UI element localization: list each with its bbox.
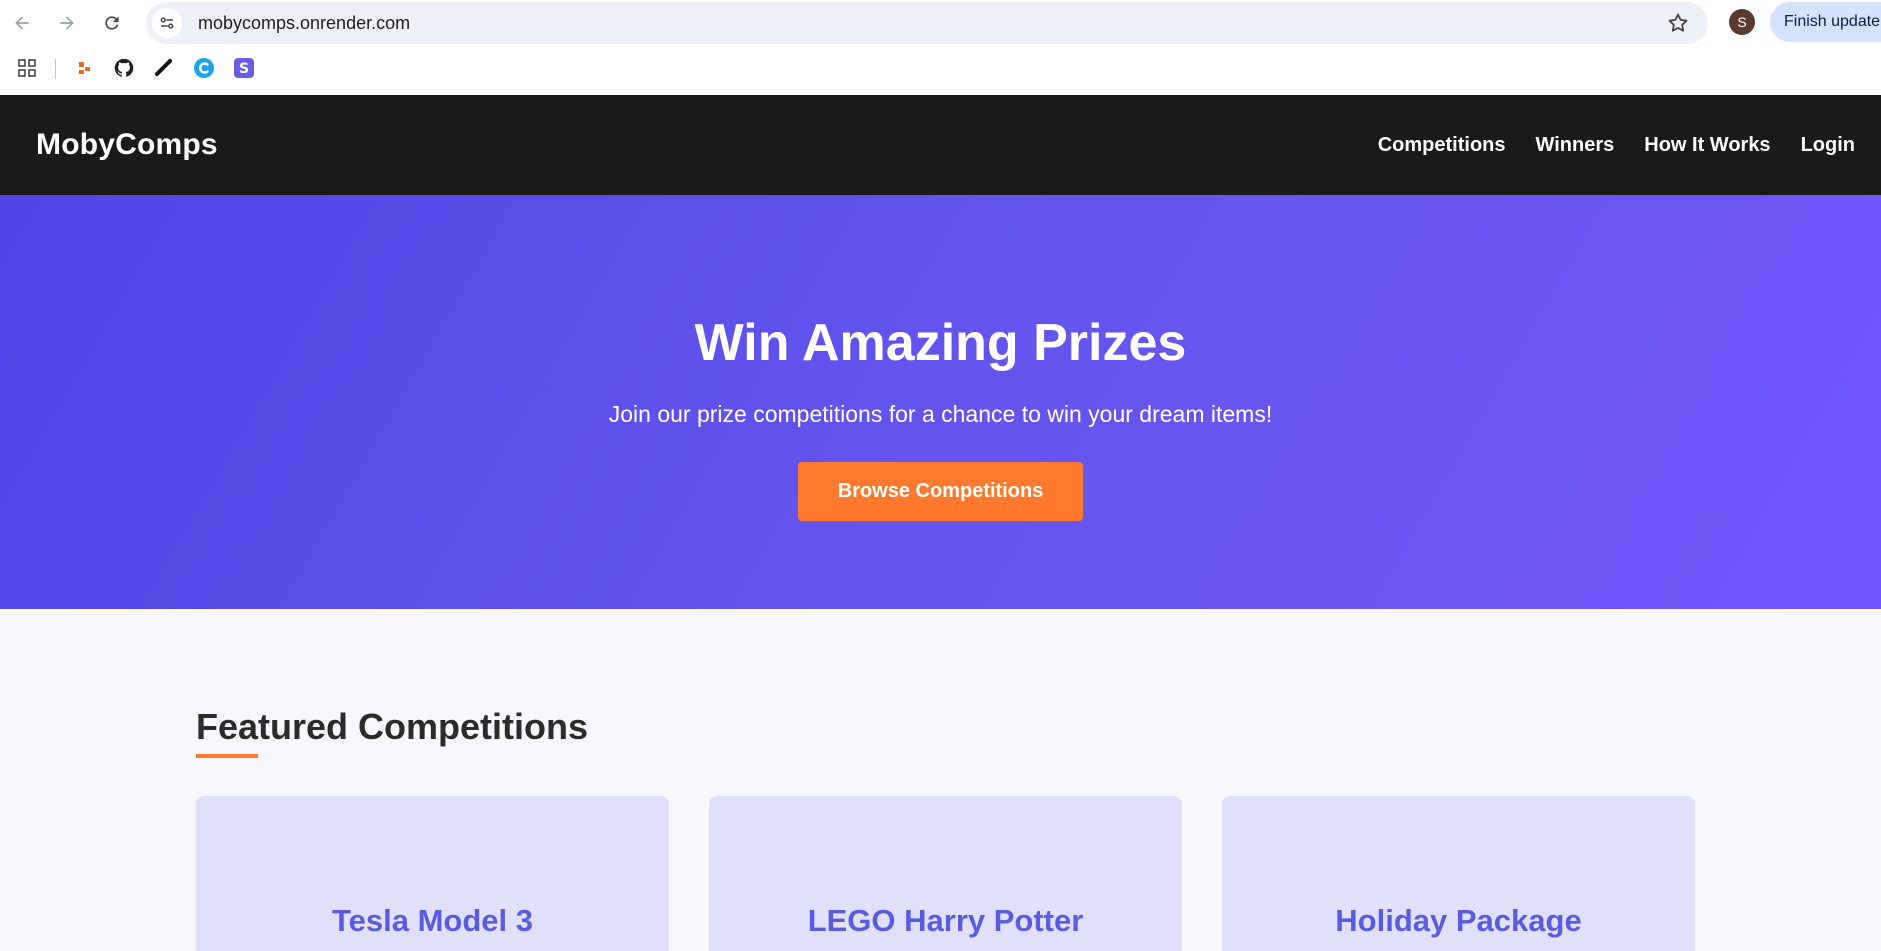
nav-winners[interactable]: Winners	[1536, 134, 1615, 157]
github-icon[interactable]	[113, 57, 135, 79]
svg-text:S: S	[239, 61, 249, 77]
star-icon[interactable]	[1666, 11, 1690, 35]
address-bar[interactable]: mobycomps.onrender.com	[146, 2, 1708, 44]
card-title: Tesla Model 3	[332, 903, 533, 938]
competition-card[interactable]: Holiday Package	[1222, 796, 1695, 951]
card-title: LEGO Harry Potter	[807, 903, 1084, 938]
blue-c-bookmark-icon[interactable]	[193, 57, 215, 79]
hero-section: Win Amazing Prizes Join our prize compet…	[0, 195, 1881, 609]
bookmark-separator	[55, 59, 56, 79]
card-title: Holiday Package	[1335, 903, 1582, 938]
browser-toolbar: mobycomps.onrender.com S Finish update	[0, 0, 1881, 47]
finish-update-button[interactable]: Finish update	[1770, 2, 1881, 42]
hero-subtitle: Join our prize competitions for a chance…	[608, 401, 1273, 427]
featured-title: Featured Competitions	[196, 706, 589, 747]
apps-grid-icon[interactable]	[16, 57, 38, 79]
reload-button[interactable]	[95, 6, 129, 40]
main-nav: Competitions Winners How It Works Login	[1378, 134, 1855, 157]
site-logo[interactable]: MobyComps	[36, 128, 218, 162]
site-info-icon	[160, 17, 174, 29]
orange-bookmark-icon[interactable]	[74, 57, 96, 79]
competition-card[interactable]: LEGO Harry Potter	[709, 796, 1182, 951]
browse-competitions-button[interactable]: Browse Competitions	[797, 462, 1084, 521]
s-bookmark-icon[interactable]: S	[233, 57, 255, 79]
profile-avatar[interactable]: S	[1729, 9, 1755, 35]
site-header: MobyComps Competitions Winners How It Wo…	[0, 95, 1881, 195]
forward-button[interactable]	[50, 6, 84, 40]
nav-how-it-works[interactable]: How It Works	[1644, 134, 1770, 157]
featured-section: Featured Competitions Tesla Model 3 LEGO…	[0, 609, 1881, 951]
back-arrow-icon	[15, 16, 29, 30]
back-button[interactable]	[5, 6, 39, 40]
black-logo-bookmark-icon[interactable]	[153, 57, 175, 79]
bookmarks-bar: S	[0, 47, 1881, 95]
nav-competitions[interactable]: Competitions	[1378, 134, 1506, 157]
competition-cards: Tesla Model 3 LEGO Harry Potter Holiday …	[196, 796, 1695, 951]
nav-login[interactable]: Login	[1801, 134, 1855, 157]
url-text[interactable]: mobycomps.onrender.com	[198, 13, 410, 34]
hero-title: Win Amazing Prizes	[694, 314, 1187, 372]
site-info-button[interactable]	[152, 8, 182, 38]
reload-icon	[105, 16, 119, 30]
title-underline	[196, 754, 258, 758]
competition-card[interactable]: Tesla Model 3	[196, 796, 669, 951]
forward-arrow-icon	[60, 16, 74, 30]
